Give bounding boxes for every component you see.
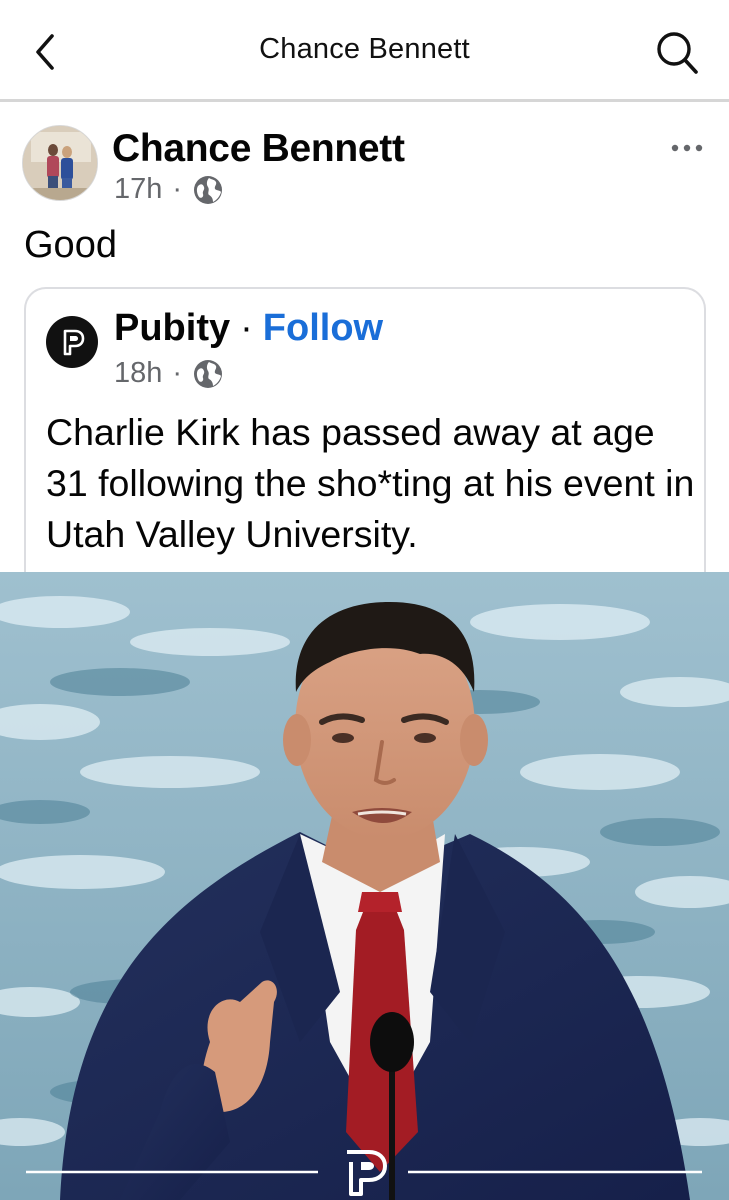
shared-post-time[interactable]: 18h	[114, 357, 162, 390]
shared-post-card[interactable]: Pubity · Follow 18h · Charlie Kirk has p…	[24, 287, 706, 597]
more-options-button[interactable]	[668, 135, 708, 161]
page-name-line: Pubity · Follow	[114, 307, 383, 350]
globe-icon	[194, 175, 223, 204]
shared-post-text: Charlie Kirk has passed away at age 31 f…	[46, 411, 695, 555]
name-separator: ·	[240, 307, 253, 349]
post-header: Chance Bennett 17h ·	[0, 105, 729, 215]
post-meta: 17h ·	[114, 173, 224, 206]
speaker-photo	[0, 572, 729, 1200]
avatar[interactable]	[22, 125, 98, 201]
page-title: Chance Bennett	[259, 33, 470, 65]
top-navigation-bar: Chance Bennett	[0, 0, 729, 102]
page-name[interactable]: Pubity	[114, 307, 230, 350]
post-text: Good	[24, 224, 117, 266]
post-image[interactable]	[0, 572, 729, 1200]
meta-separator: ·	[172, 173, 183, 205]
page-logo[interactable]	[46, 316, 98, 368]
pubity-logo-icon	[63, 329, 85, 356]
author-name[interactable]: Chance Bennett	[112, 127, 405, 171]
follow-button[interactable]: Follow	[263, 307, 383, 350]
search-button[interactable]	[652, 28, 700, 76]
globe-icon	[194, 359, 223, 388]
search-icon	[657, 32, 698, 74]
shared-post-meta: 18h ·	[114, 357, 224, 390]
more-horizontal-icon	[671, 144, 703, 152]
profile-photo	[23, 126, 97, 200]
post-time[interactable]: 17h	[114, 173, 162, 206]
meta-separator: ·	[172, 357, 183, 389]
